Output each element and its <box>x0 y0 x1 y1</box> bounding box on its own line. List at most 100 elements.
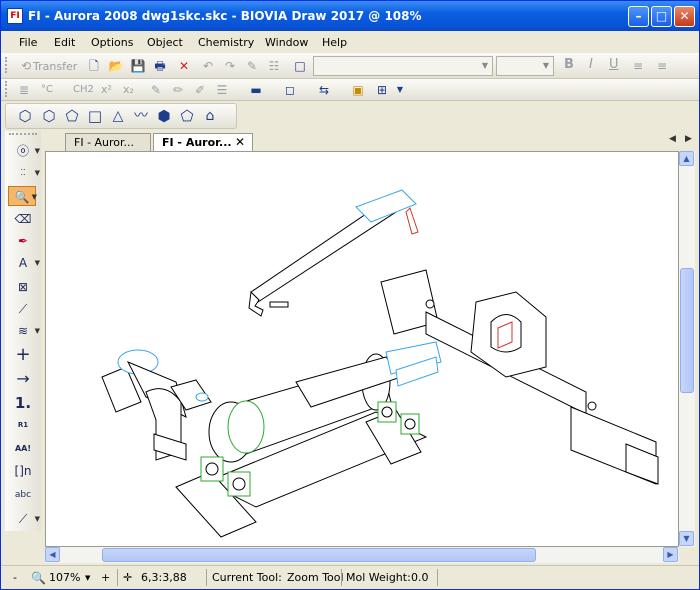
align-center-icon[interactable]: ≡ <box>653 57 671 75</box>
vertical-scroll-thumb[interactable] <box>680 268 694 393</box>
font-combo[interactable]: ▼ <box>313 56 493 76</box>
close-button[interactable]: ✕ <box>674 6 695 27</box>
underline-button[interactable]: U <box>609 57 619 72</box>
scroll-down-icon[interactable]: ▼ <box>679 531 694 546</box>
select-atoms-icon[interactable]: ⁚⁚ ▼ <box>8 163 40 183</box>
chevron-down-icon[interactable]: ▼ <box>391 81 409 99</box>
grid-icon[interactable]: ⊞ <box>373 81 391 99</box>
tool-palette: ⓞ ▼ ⁚⁚ ▼ 🔍 ▼ ⌫ ✒ A ▼ ⊠ ⟋ ≋ ▼ + → 1. R1 AA! []… <box>5 131 41 531</box>
tab-scroll-right-icon[interactable]: ▶ <box>685 134 692 144</box>
ch2-button[interactable]: CH2 <box>73 84 94 95</box>
scroll-right-icon[interactable]: ▶ <box>663 547 678 562</box>
benzene-icon[interactable]: ⬠ <box>178 107 196 125</box>
image-icon[interactable]: ▣ <box>349 81 367 99</box>
pen-tool-icon[interactable]: ✒ <box>8 231 38 251</box>
undo-icon[interactable]: ↶ <box>199 57 217 75</box>
app-icon: FI <box>7 8 23 24</box>
superscript-button[interactable]: x² <box>101 83 112 96</box>
font-size-combo[interactable]: ▼ <box>496 56 554 76</box>
menu-window[interactable]: Window <box>265 36 308 49</box>
cyclohexane-icon[interactable]: ⬡ <box>16 107 34 125</box>
zoom-in-button[interactable]: + <box>101 571 110 584</box>
celsius-button[interactable]: °C <box>41 84 53 95</box>
line-style-icon[interactable]: ▬ <box>247 81 265 99</box>
bold-button[interactable]: B <box>564 57 574 72</box>
subscript-button[interactable]: x₂ <box>123 83 134 96</box>
zoom-tool-icon[interactable]: 🔍 ▼ <box>8 186 37 206</box>
vertical-scrollbar[interactable]: ▲ ▼ <box>679 151 695 547</box>
zoom-value[interactable]: 107% <box>49 571 80 584</box>
template-icon[interactable]: ⌂ <box>201 107 219 125</box>
heptagon-icon[interactable]: ⬢ <box>155 107 173 125</box>
new-document-icon[interactable]: 🗋 <box>85 57 103 75</box>
open-folder-icon[interactable]: 📂 <box>107 57 125 75</box>
pentagon-icon[interactable]: ⬠ <box>63 107 81 125</box>
arrow-icon[interactable]: → <box>8 369 38 389</box>
bracket-button[interactable]: []n <box>8 461 38 481</box>
arrange-icon[interactable]: ⇆ <box>315 81 333 99</box>
drum-band-green <box>227 400 265 454</box>
pencil-icon[interactable]: ✏ <box>169 81 187 99</box>
justify-icon[interactable]: ≣ <box>15 81 33 99</box>
print-icon[interactable]: 🖶 <box>151 57 169 75</box>
chain-icon[interactable]: 〰 <box>132 107 150 125</box>
menu-options[interactable]: Options <box>91 36 133 49</box>
bond-order-button[interactable]: 1. <box>8 393 38 413</box>
menu-chemistry[interactable]: Chemistry <box>198 36 254 49</box>
lasso-icon[interactable]: ⓞ ▼ <box>8 141 40 161</box>
menu-help[interactable]: Help <box>322 36 347 49</box>
machinery-drawing <box>101 189 659 538</box>
bond-icon[interactable]: ⟋ <box>8 299 38 319</box>
menu-object[interactable]: Object <box>147 36 183 49</box>
palette-grip[interactable] <box>9 133 37 135</box>
redo-icon[interactable]: ↷ <box>221 57 239 75</box>
save-icon[interactable]: 💾 <box>129 57 147 75</box>
menu-file[interactable]: File <box>19 36 37 49</box>
menu-edit[interactable]: Edit <box>54 36 75 49</box>
eraser-icon[interactable]: ⌫ <box>8 209 38 229</box>
hexagon-icon[interactable]: ⬡ <box>40 107 58 125</box>
chevron-down-icon: ▼ <box>481 61 489 70</box>
fill-icon[interactable]: ◻ <box>281 81 299 99</box>
frame-icon[interactable]: □ <box>291 57 309 75</box>
toolbar-grip[interactable] <box>5 81 8 97</box>
line-tool-icon[interactable]: ⟋ ▼ <box>8 509 40 529</box>
text-align-icon[interactable]: ☰ <box>213 81 231 99</box>
pillow-bore-1 <box>205 462 219 476</box>
square-icon[interactable]: □ <box>86 107 104 125</box>
toolbar-grip[interactable] <box>5 57 8 73</box>
atom-tool-icon[interactable]: A ▼ <box>8 253 40 273</box>
scroll-left-icon[interactable]: ◀ <box>45 547 60 562</box>
tab-document-1[interactable]: FI - Auror... <box>65 133 151 151</box>
triangle-icon[interactable]: △ <box>109 107 127 125</box>
horizontal-scroll-thumb[interactable] <box>102 548 536 562</box>
current-tool-label: Current Tool: <box>212 571 282 584</box>
tab-close-button[interactable]: ✕ <box>235 135 245 149</box>
chevron-down-icon[interactable]: ▼ <box>85 574 90 582</box>
italic-button[interactable]: I <box>589 57 593 72</box>
horizontal-scrollbar[interactable]: ◀ ▶ <box>45 547 679 563</box>
mol-weight-label: Mol Weight: <box>346 571 411 584</box>
maximize-button[interactable]: □ <box>651 6 672 27</box>
layout-icon[interactable]: ☷ <box>265 57 283 75</box>
minimize-button[interactable]: – <box>628 6 649 27</box>
scroll-up-icon[interactable]: ▲ <box>679 151 694 166</box>
title-bar[interactable]: FI FI - Aurora 2008 dwg1skc.skc - BIOVIA… <box>1 1 699 31</box>
delete-icon[interactable]: ✕ <box>175 57 193 75</box>
bolt-right-1 <box>425 299 435 309</box>
cursor-coordinates: 6,3:3,88 <box>141 571 187 584</box>
clean-icon[interactable]: ✎ <box>243 57 261 75</box>
zoom-out-button[interactable]: - <box>13 571 17 584</box>
text-tool-button[interactable]: abc <box>8 485 38 505</box>
transfer-button-label[interactable]: Transfer <box>33 60 77 73</box>
wave-bond-icon[interactable]: ≋ ▼ <box>8 321 40 341</box>
rgroup-button[interactable]: R1 <box>8 415 38 435</box>
align-left-icon[interactable]: ≡ <box>629 57 647 75</box>
aa-button[interactable]: AA! <box>8 439 38 459</box>
drawing-canvas[interactable] <box>45 151 679 547</box>
highlighter-icon[interactable]: ✐ <box>191 81 209 99</box>
crop-icon[interactable]: ⊠ <box>8 277 38 297</box>
pen-color-icon[interactable]: ✎ <box>147 81 165 99</box>
plus-icon[interactable]: + <box>8 345 38 365</box>
tab-scroll-left-icon[interactable]: ◀ <box>669 134 676 144</box>
